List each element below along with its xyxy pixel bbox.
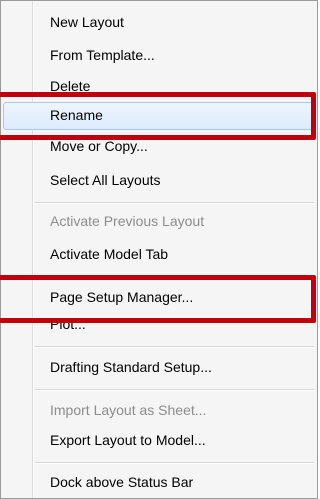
menu-separator [35,346,314,348]
menu-item-label: Import Layout as Sheet... [50,402,207,418]
menu-separator [35,202,314,204]
menu-item-label: Select All Layouts [50,172,161,188]
menu-item-label: Export Layout to Model... [50,432,206,448]
highlight-box-rename [0,92,316,140]
menu-item-label: Drafting Standard Setup... [50,359,212,375]
menu-item-new-layout[interactable]: New Layout [3,9,315,35]
highlight-box-page-setup-manager [0,275,316,323]
menu-separator [35,389,314,391]
menu-item-dock-above-status-bar[interactable]: Dock above Status Bar [3,469,315,495]
menu-item-label: Activate Previous Layout [50,213,205,229]
menu-item-import-layout-as-sheet: Import Layout as Sheet... [3,397,315,423]
context-menu: New Layout From Template... Delete Renam… [0,0,318,499]
menu-item-select-all-layouts[interactable]: Select All Layouts [3,167,315,193]
menu-item-from-template[interactable]: From Template... [3,42,315,68]
menu-separator [35,462,314,464]
menu-item-drafting-standard-setup[interactable]: Drafting Standard Setup... [3,354,315,380]
menu-item-export-layout-to-model[interactable]: Export Layout to Model... [3,427,315,453]
menu-item-activate-model-tab[interactable]: Activate Model Tab [3,241,315,267]
menu-item-label: From Template... [50,47,155,63]
menu-item-label: Dock above Status Bar [50,474,194,490]
menu-item-label: Move or Copy... [50,138,148,154]
menu-item-label: Activate Model Tab [50,246,169,262]
menu-item-label: New Layout [50,14,124,30]
menu-item-activate-previous-layout: Activate Previous Layout [3,208,315,234]
